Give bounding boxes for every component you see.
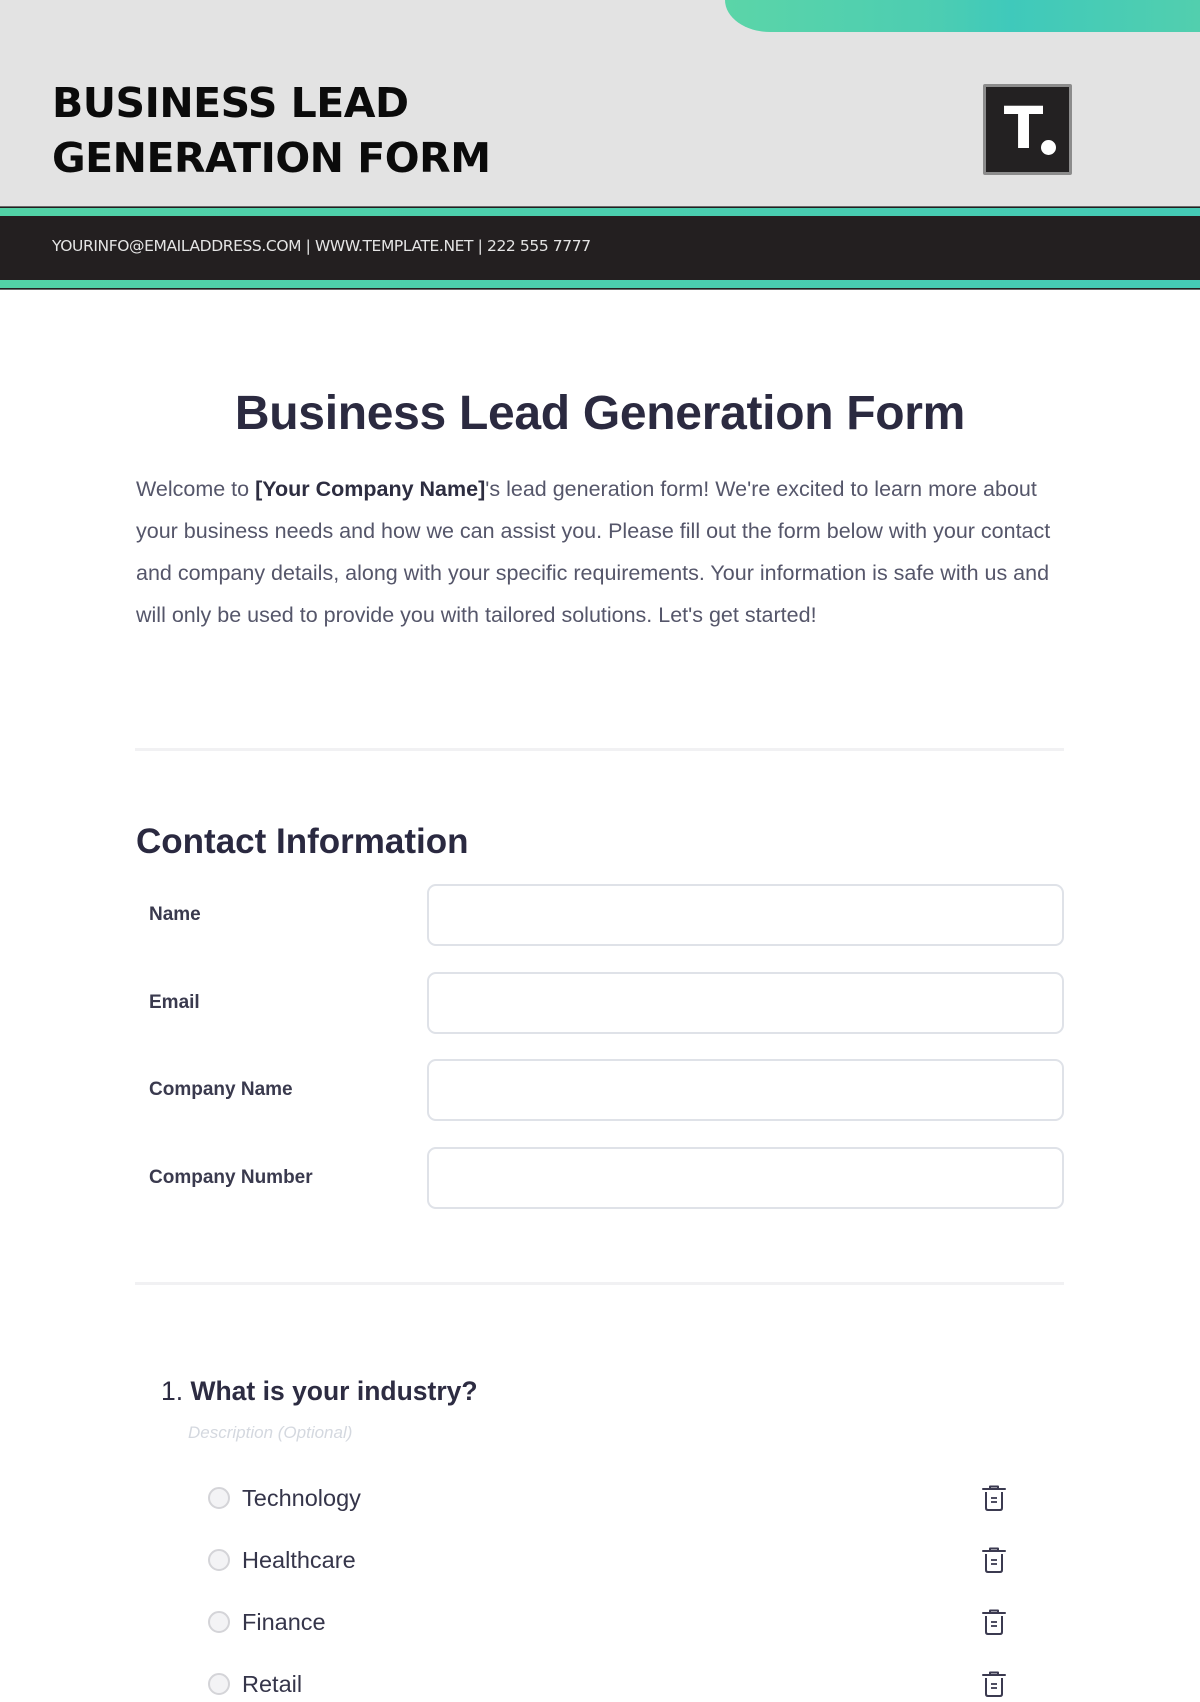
intro-text-before: Welcome to — [136, 477, 256, 501]
option-label[interactable]: Retail — [242, 1666, 302, 1702]
trash-icon[interactable] — [981, 1608, 1007, 1636]
name-input[interactable] — [427, 884, 1064, 946]
question-description[interactable]: Description (Optional) — [188, 1421, 352, 1445]
trash-icon[interactable] — [981, 1546, 1007, 1574]
contact-section-title: Contact Information — [136, 822, 469, 861]
trash-icon[interactable] — [981, 1670, 1007, 1698]
option-label[interactable]: Technology — [242, 1480, 361, 1516]
company-number-field-row: Company Number — [136, 1147, 1066, 1209]
company-name-field-row: Company Name — [136, 1059, 1066, 1121]
question-number: 1. — [161, 1376, 184, 1406]
document-header: BUSINESS LEAD GENERATION FORM T — [0, 0, 1200, 207]
option-retail: Retail — [208, 1666, 1028, 1702]
section-divider — [135, 1282, 1064, 1285]
contact-info: YOURINFO@EMAILADDRESS.COM | WWW.TEMPLATE… — [52, 237, 591, 255]
email-input[interactable] — [427, 972, 1064, 1034]
name-field-row: Name — [136, 884, 1066, 946]
template-logo-icon: T — [983, 84, 1072, 175]
option-label[interactable]: Healthcare — [242, 1542, 356, 1578]
header-title-line: BUSINESS LEAD — [52, 79, 409, 127]
contact-band: YOURINFO@EMAILADDRESS.COM | WWW.TEMPLATE… — [0, 206, 1200, 290]
name-label: Name — [149, 904, 201, 925]
section-divider — [135, 748, 1064, 751]
option-finance: Finance — [208, 1604, 1028, 1640]
company-name-placeholder: [Your Company Name] — [255, 477, 486, 501]
question-text: What is your industry? — [190, 1376, 478, 1406]
option-healthcare: Healthcare — [208, 1542, 1028, 1578]
logo-letter: T — [1003, 93, 1044, 162]
company-name-input[interactable] — [427, 1059, 1064, 1121]
email-field-row: Email — [136, 972, 1066, 1034]
radio-button[interactable] — [208, 1487, 230, 1509]
email-label: Email — [149, 992, 200, 1013]
logo-dot — [1041, 140, 1056, 155]
intro-paragraph: Welcome to [Your Company Name]'s lead ge… — [136, 468, 1066, 636]
option-technology: Technology — [208, 1480, 1028, 1516]
radio-button[interactable] — [208, 1611, 230, 1633]
question-title: 1. What is your industry? — [161, 1374, 478, 1408]
company-number-input[interactable] — [427, 1147, 1064, 1209]
option-label[interactable]: Finance — [242, 1604, 326, 1640]
header-title-line: GENERATION FORM — [52, 134, 491, 182]
radio-button[interactable] — [208, 1549, 230, 1571]
header-title: BUSINESS LEAD GENERATION FORM — [52, 76, 572, 186]
company-number-label: Company Number — [149, 1167, 313, 1188]
radio-button[interactable] — [208, 1673, 230, 1695]
trash-icon[interactable] — [981, 1484, 1007, 1512]
header-accent-shape — [725, 0, 1200, 32]
company-name-label: Company Name — [149, 1079, 293, 1100]
form-title: Business Lead Generation Form — [234, 387, 966, 440]
